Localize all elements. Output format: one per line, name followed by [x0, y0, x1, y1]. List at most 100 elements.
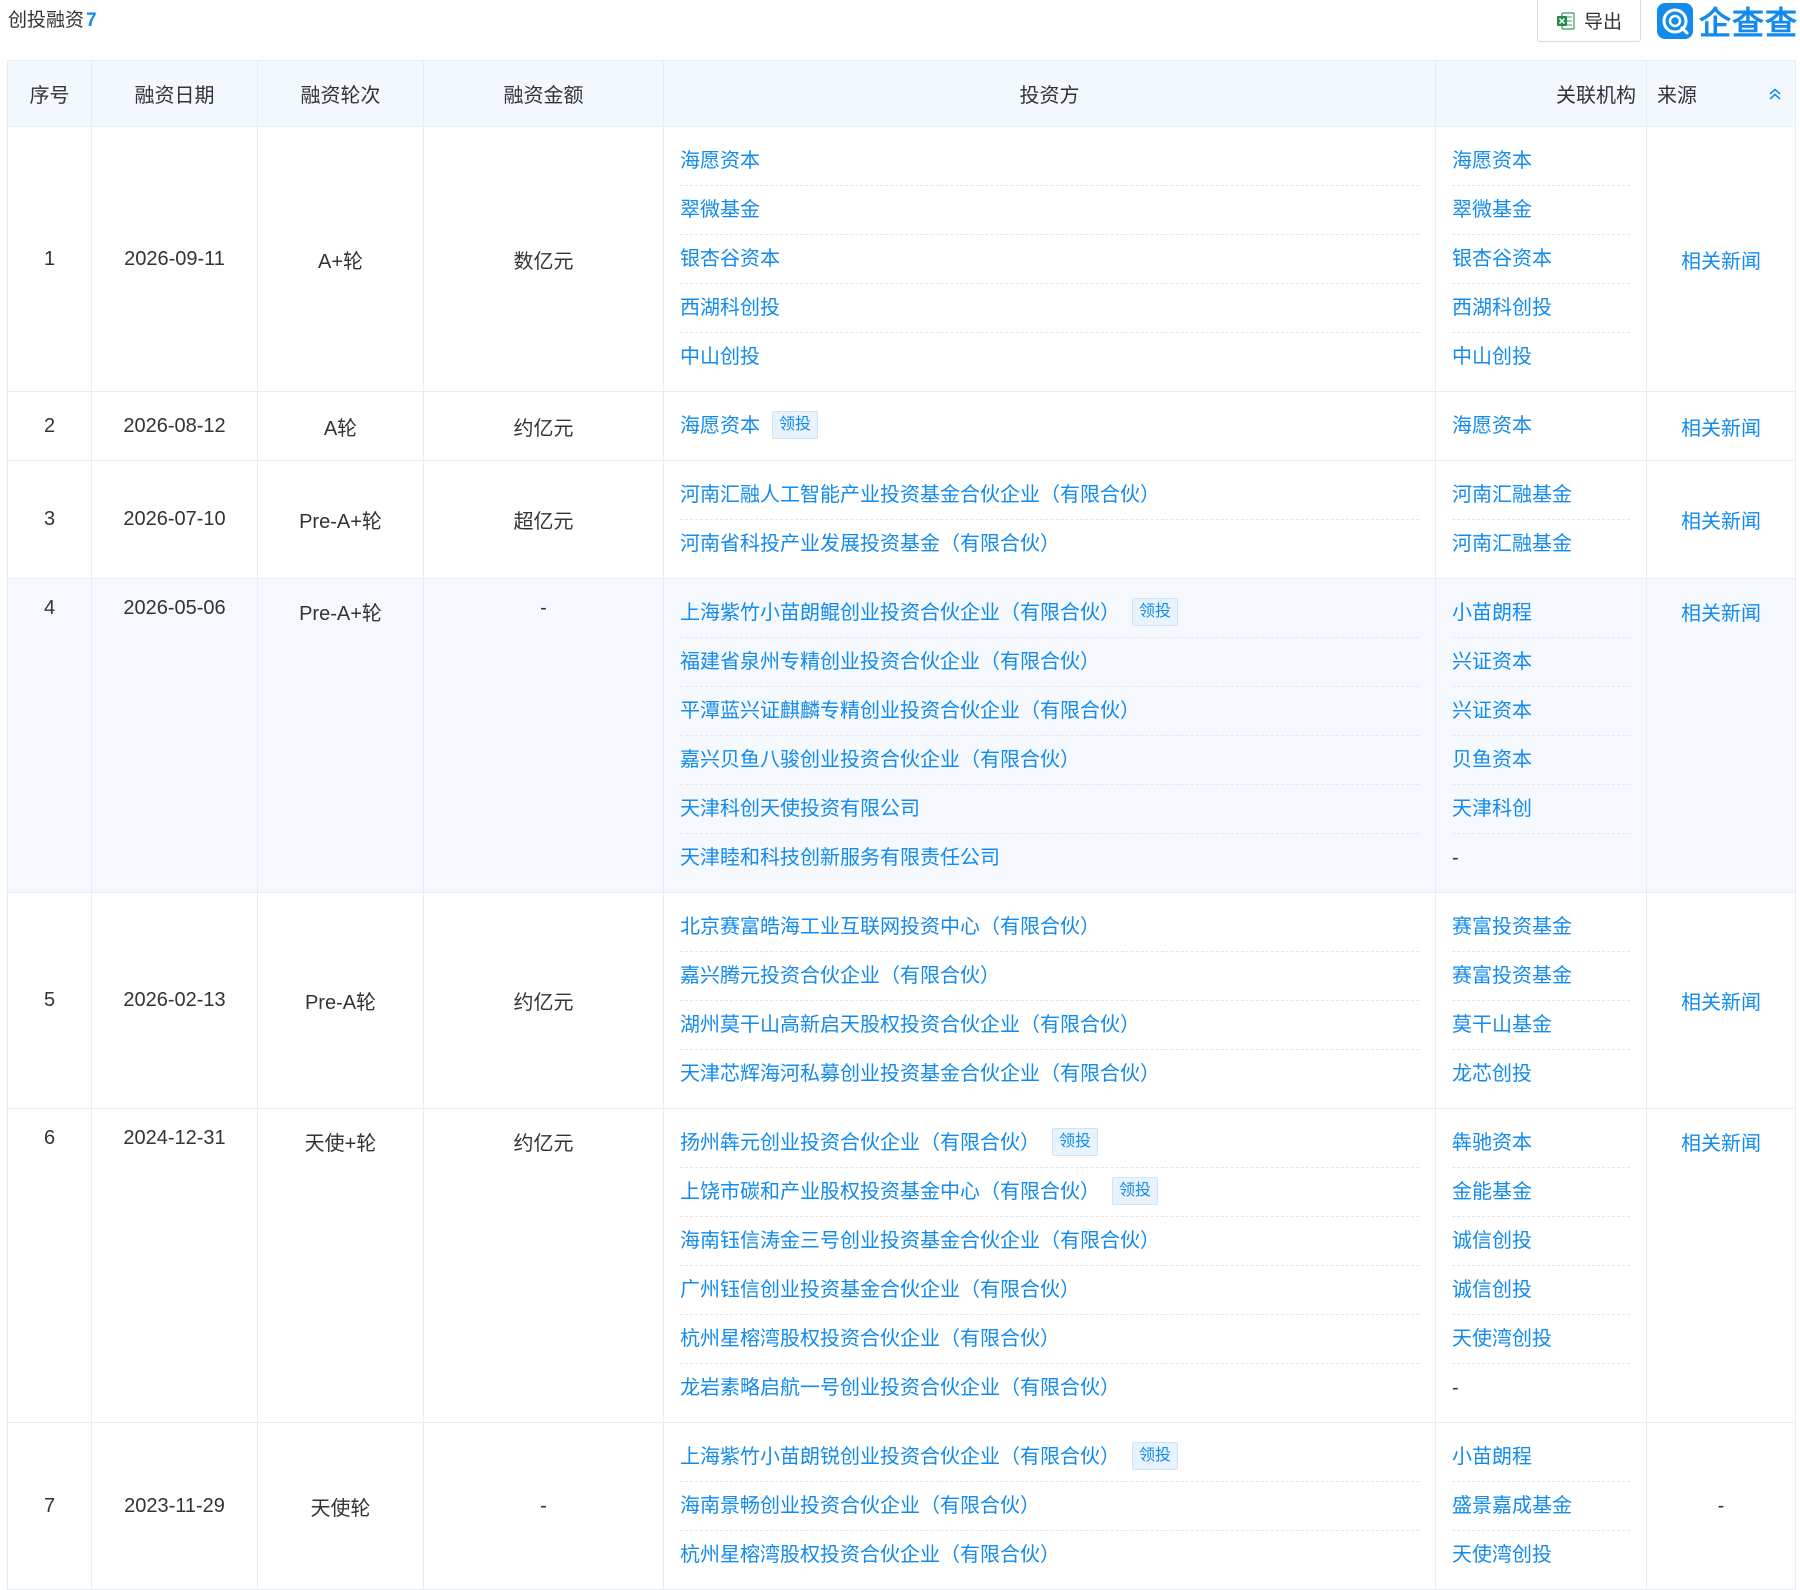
org-link[interactable]: 海愿资本: [1452, 402, 1630, 450]
cell-index: 1: [7, 126, 92, 392]
org-link[interactable]: 天使湾创投: [1452, 1531, 1630, 1579]
investor-link[interactable]: 上海紫竹小苗朗锐创业投资合伙企业（有限合伙）: [680, 1446, 1120, 1468]
table-row: 6 2024-12-31 天使+轮 约亿元 扬州犇元创业投资合伙企业（有限合伙） 领投 上饶…: [7, 1108, 1796, 1423]
investor-link[interactable]: 中山创投: [680, 346, 760, 368]
cell-orgs: 河南汇融基金 河南汇融基金: [1435, 460, 1647, 579]
news-link[interactable]: 相关新闻: [1681, 511, 1761, 533]
investor-link[interactable]: 湖州莫干山高新启天股权投资合伙企业（有限合伙）: [680, 1014, 1140, 1036]
investor-item: 银杏谷资本: [680, 235, 1419, 284]
org-link[interactable]: 赛富投资基金: [1452, 952, 1630, 1001]
investor-link[interactable]: 杭州星榕湾股权投资合伙企业（有限合伙）: [680, 1328, 1060, 1350]
investor-link[interactable]: 海愿资本: [680, 150, 760, 172]
table-row: 1 2026-09-11 A+轮 数亿元 海愿资本 翠微基金 银杏谷资本 西湖科创投 中山创投海…: [7, 126, 1796, 392]
investor-link[interactable]: 嘉兴腾元投资合伙企业（有限合伙）: [680, 965, 1000, 987]
investor-item: 湖州莫干山高新启天股权投资合伙企业（有限合伙）: [680, 1001, 1419, 1050]
news-link[interactable]: 相关新闻: [1681, 603, 1761, 625]
org-link[interactable]: 小苗朗程: [1452, 1433, 1630, 1482]
investor-link[interactable]: 海愿资本: [680, 415, 760, 437]
investor-link[interactable]: 平潭蓝兴证麒麟专精创业投资合伙企业（有限合伙）: [680, 700, 1140, 722]
org-link[interactable]: 龙芯创投: [1452, 1050, 1630, 1098]
org-link[interactable]: 诚信创投: [1452, 1266, 1630, 1315]
cell-source: -: [1646, 1422, 1796, 1590]
investor-link[interactable]: 广州钰信创业投资基金合伙企业（有限合伙）: [680, 1279, 1080, 1301]
cell-round: 天使+轮: [257, 1108, 424, 1423]
cell-source: 相关新闻: [1646, 460, 1796, 579]
org-link[interactable]: 犇驰资本: [1452, 1119, 1630, 1168]
cell-amount: 约亿元: [423, 892, 664, 1109]
investor-item: 上海紫竹小苗朗锐创业投资合伙企业（有限合伙） 领投: [680, 1433, 1419, 1482]
news-link[interactable]: 相关新闻: [1681, 418, 1761, 440]
section-title: 创投融资 7: [8, 8, 97, 34]
lead-investor-badge: 领投: [772, 410, 819, 439]
investor-link[interactable]: 银杏谷资本: [680, 248, 780, 270]
org-empty: -: [1452, 847, 1459, 869]
org-link[interactable]: 河南汇融基金: [1452, 520, 1630, 568]
chevron-up-icon[interactable]: [1767, 86, 1783, 102]
investor-link[interactable]: 杭州星榕湾股权投资合伙企业（有限合伙）: [680, 1544, 1060, 1566]
org-link[interactable]: 赛富投资基金: [1452, 903, 1630, 952]
cell-date: 2024-12-31: [91, 1108, 258, 1423]
investor-item: 海愿资本: [680, 137, 1419, 186]
section-header: 创投融资 7 导出 企查查: [0, 0, 1800, 60]
org-link[interactable]: 贝鱼资本: [1452, 736, 1630, 785]
investor-item: 嘉兴贝鱼八骏创业投资合伙企业（有限合伙）: [680, 736, 1419, 785]
investor-link[interactable]: 上海紫竹小苗朗鲲创业投资合伙企业（有限合伙）: [680, 602, 1120, 624]
news-link[interactable]: 相关新闻: [1681, 992, 1761, 1014]
cell-orgs: 小苗朗程 盛景嘉成基金 天使湾创投: [1435, 1422, 1647, 1590]
org-link[interactable]: 天津科创: [1452, 785, 1630, 834]
investor-item: 中山创投: [680, 333, 1419, 381]
investor-link[interactable]: 翠微基金: [680, 199, 760, 221]
investor-link[interactable]: 天津睦和科技创新服务有限责任公司: [680, 847, 1000, 869]
org-link[interactable]: 翠微基金: [1452, 186, 1630, 235]
news-link[interactable]: 相关新闻: [1681, 251, 1761, 273]
investor-item: 海愿资本 领投: [680, 402, 1419, 450]
investor-link[interactable]: 北京赛富皓海工业互联网投资中心（有限合伙）: [680, 916, 1100, 938]
investor-item: 杭州星榕湾股权投资合伙企业（有限合伙）: [680, 1315, 1419, 1364]
investor-item: 平潭蓝兴证麒麟专精创业投资合伙企业（有限合伙）: [680, 687, 1419, 736]
org-link[interactable]: 莫干山基金: [1452, 1001, 1630, 1050]
export-button[interactable]: 导出: [1537, 0, 1641, 42]
cell-round: Pre-A轮: [257, 892, 424, 1109]
cell-date: 2026-05-06: [91, 578, 258, 893]
investor-link[interactable]: 上饶市碳和产业股权投资基金中心（有限合伙）: [680, 1181, 1100, 1203]
investor-link[interactable]: 海南景畅创业投资合伙企业（有限合伙）: [680, 1495, 1040, 1517]
org-link[interactable]: 银杏谷资本: [1452, 235, 1630, 284]
cell-date: 2026-09-11: [91, 126, 258, 392]
col-orgs: 关联机构: [1435, 60, 1647, 127]
investor-item: 翠微基金: [680, 186, 1419, 235]
investor-link[interactable]: 龙岩素略启航一号创业投资合伙企业（有限合伙）: [680, 1377, 1120, 1399]
investor-link[interactable]: 天津芯辉海河私募创业投资基金合伙企业（有限合伙）: [680, 1063, 1160, 1085]
org-link[interactable]: 海愿资本: [1452, 137, 1630, 186]
org-link[interactable]: 天使湾创投: [1452, 1315, 1630, 1364]
investor-link[interactable]: 海南钰信涛金三号创业投资基金合伙企业（有限合伙）: [680, 1230, 1160, 1252]
export-label: 导出: [1583, 12, 1622, 33]
col-source-label: 来源: [1657, 85, 1697, 107]
news-link[interactable]: 相关新闻: [1681, 1133, 1761, 1155]
brand: 企查查: [1657, 2, 1798, 41]
investor-link[interactable]: 扬州犇元创业投资合伙企业（有限合伙）: [680, 1132, 1040, 1154]
org-link[interactable]: 中山创投: [1452, 333, 1630, 381]
org-link[interactable]: 小苗朗程: [1452, 589, 1630, 638]
cell-amount: 数亿元: [423, 126, 664, 392]
investor-link[interactable]: 嘉兴贝鱼八骏创业投资合伙企业（有限合伙）: [680, 749, 1080, 771]
org-link[interactable]: 诚信创投: [1452, 1217, 1630, 1266]
org-link[interactable]: 兴证资本: [1452, 687, 1630, 736]
investor-link[interactable]: 西湖科创投: [680, 297, 780, 319]
investor-link[interactable]: 河南省科投产业发展投资基金（有限合伙）: [680, 533, 1060, 555]
lead-investor-badge: 领投: [1112, 1176, 1159, 1205]
org-link[interactable]: 兴证资本: [1452, 638, 1630, 687]
org-link[interactable]: 盛景嘉成基金: [1452, 1482, 1630, 1531]
org-link[interactable]: 河南汇融基金: [1452, 471, 1630, 520]
investor-link[interactable]: 福建省泉州专精创业投资合伙企业（有限合伙）: [680, 651, 1100, 673]
table-row: 7 2023-11-29 天使轮 - 上海紫竹小苗朗锐创业投资合伙企业（有限合伙） 领投海…: [7, 1422, 1796, 1590]
investor-item: 海南钰信涛金三号创业投资基金合伙企业（有限合伙）: [680, 1217, 1419, 1266]
cell-date: 2026-07-10: [91, 460, 258, 579]
investor-link[interactable]: 河南汇融人工智能产业投资基金合伙企业（有限合伙）: [680, 484, 1160, 506]
investor-link[interactable]: 天津科创天使投资有限公司: [680, 798, 920, 820]
lead-investor-badge: 领投: [1132, 1441, 1179, 1470]
lead-investor-badge: 领投: [1052, 1127, 1099, 1156]
org-link[interactable]: 西湖科创投: [1452, 284, 1630, 333]
cell-round: 天使轮: [257, 1422, 424, 1590]
org-link[interactable]: 金能基金: [1452, 1168, 1630, 1217]
cell-source: 相关新闻: [1646, 391, 1796, 461]
